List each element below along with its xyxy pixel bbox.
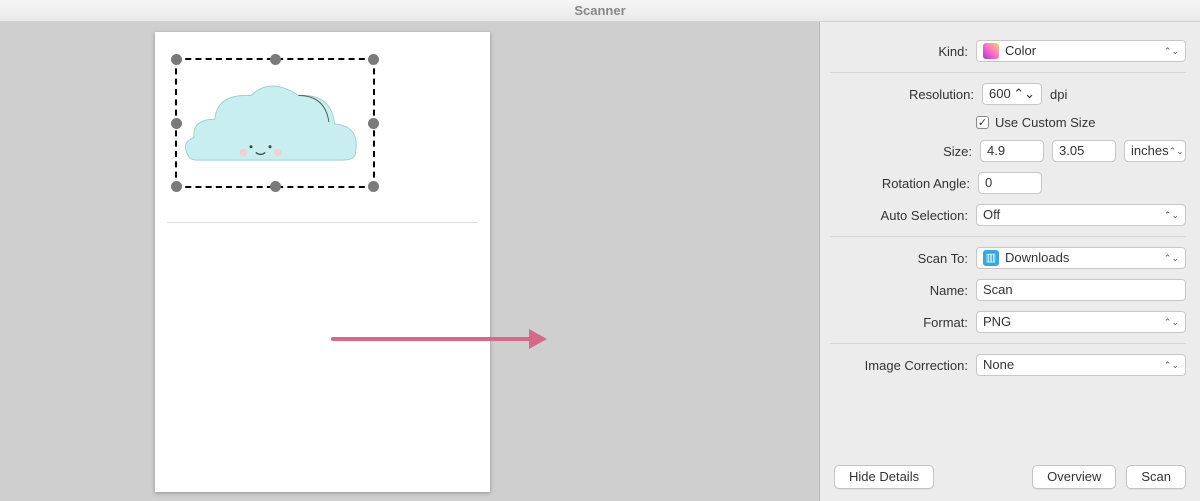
chevron-updown-icon: ⌃⌄ — [1169, 147, 1184, 156]
image-correction-select[interactable]: None ⌃⌄ — [976, 354, 1186, 376]
scan-preview-area[interactable] — [0, 22, 820, 501]
resolution-unit: dpi — [1050, 87, 1186, 102]
hide-details-button[interactable]: Hide Details — [834, 465, 934, 489]
size-height-input[interactable]: 3.05 — [1052, 140, 1116, 162]
resolution-label: Resolution: — [909, 87, 974, 102]
auto-selection-label: Auto Selection: — [881, 208, 968, 223]
chevron-updown-icon: ⌃⌄ — [1164, 47, 1179, 56]
chevron-updown-icon: ⌃⌄ — [1164, 211, 1179, 220]
rotation-label: Rotation Angle: — [882, 176, 970, 191]
resolution-select[interactable]: 600 ⌃⌄ — [982, 83, 1042, 105]
handle-bottom-center[interactable] — [270, 181, 281, 192]
kind-label: Kind: — [938, 44, 968, 59]
chevron-updown-icon: ⌃⌄ — [1164, 318, 1179, 327]
handle-bottom-left[interactable] — [171, 181, 182, 192]
size-width-input[interactable]: 4.9 — [980, 140, 1044, 162]
chevron-updown-icon: ⌃⌄ — [1013, 84, 1035, 104]
name-label: Name: — [930, 283, 968, 298]
use-custom-size-checkbox[interactable]: ✓ Use Custom Size — [976, 115, 1186, 130]
format-label: Format: — [923, 315, 968, 330]
crop-selection[interactable] — [175, 58, 375, 188]
options-panel: Kind: Color ⌃⌄ Resolution: 600 ⌃⌄ dpi ✓ — [820, 22, 1200, 501]
handle-top-right[interactable] — [368, 54, 379, 65]
auto-selection-select[interactable]: Off ⌃⌄ — [976, 204, 1186, 226]
scan-button[interactable]: Scan — [1126, 465, 1186, 489]
size-unit-select[interactable]: inches ⌃⌄ — [1124, 140, 1186, 162]
overview-button[interactable]: Overview — [1032, 465, 1116, 489]
check-icon: ✓ — [976, 116, 989, 129]
handle-mid-right[interactable] — [368, 118, 379, 129]
color-icon — [983, 43, 999, 59]
folder-icon: ▥ — [983, 250, 999, 266]
format-select[interactable]: PNG ⌃⌄ — [976, 311, 1186, 333]
chevron-updown-icon: ⌃⌄ — [1164, 361, 1179, 370]
name-input[interactable]: Scan — [976, 279, 1186, 301]
window-title: Scanner — [0, 0, 1200, 22]
size-label: Size: — [943, 144, 972, 159]
kind-select[interactable]: Color ⌃⌄ — [976, 40, 1186, 62]
scan-page — [155, 32, 490, 492]
chevron-updown-icon: ⌃⌄ — [1164, 254, 1179, 263]
handle-mid-left[interactable] — [171, 118, 182, 129]
handle-top-left[interactable] — [171, 54, 182, 65]
handle-bottom-right[interactable] — [368, 181, 379, 192]
scan-to-select[interactable]: ▥ Downloads ⌃⌄ — [976, 247, 1186, 269]
handle-top-center[interactable] — [270, 54, 281, 65]
rotation-input[interactable]: 0 — [978, 172, 1042, 194]
scan-to-label: Scan To: — [918, 251, 968, 266]
annotation-arrow — [331, 337, 531, 341]
image-correction-label: Image Correction: — [865, 358, 968, 373]
